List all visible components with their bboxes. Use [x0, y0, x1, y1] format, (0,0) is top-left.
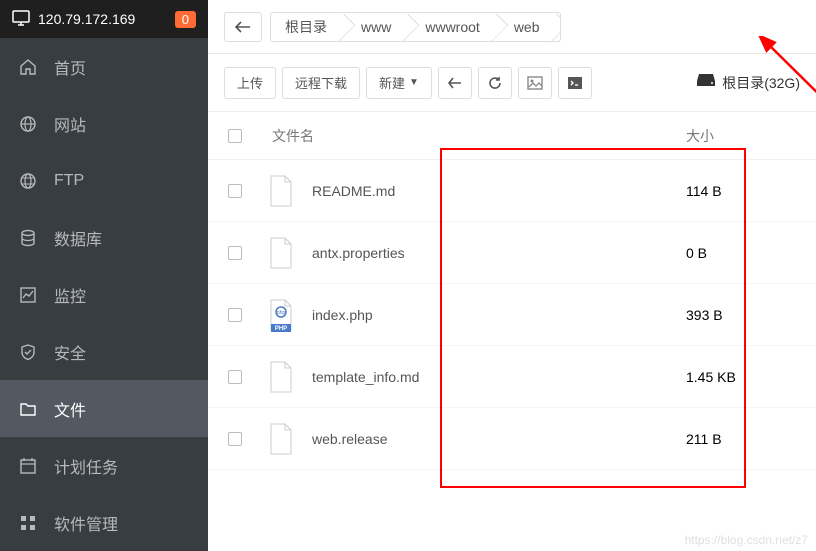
calendar-icon: [18, 457, 38, 475]
row-checkbox[interactable]: [228, 184, 242, 198]
sidebar-item-label: 计划任务: [54, 454, 118, 478]
file-table: 文件名 大小 README.md 114 B antx.properties 0 B p…: [208, 112, 816, 470]
chart-icon: [18, 286, 38, 304]
sidebar-item-label: 安全: [54, 340, 86, 364]
file-name: web.release: [312, 431, 388, 447]
svg-text:PHP: PHP: [275, 326, 287, 332]
breadcrumb-segment[interactable]: wwwroot: [411, 13, 499, 41]
table-row[interactable]: antx.properties 0 B: [208, 222, 816, 284]
ftp-icon: [18, 172, 38, 190]
disk-label: 根目录(32G): [722, 73, 800, 93]
breadcrumb-path: 根目录wwwwwwrootweb: [270, 12, 561, 42]
hdd-icon: [696, 72, 716, 93]
row-checkbox[interactable]: [228, 370, 242, 384]
shield-icon: [18, 343, 38, 361]
main-content: 根目录wwwwwwrootweb 上传 远程下载 新建▼ 根目录(32G) 文件…: [208, 0, 816, 551]
sidebar-item-ftp[interactable]: FTP: [0, 152, 208, 209]
table-header: 文件名 大小: [208, 112, 816, 160]
file-size: 114 B: [686, 183, 796, 199]
breadcrumb-bar: 根目录wwwwwwrootweb: [208, 0, 816, 54]
globe-icon: [18, 115, 38, 133]
sidebar-item-database[interactable]: 数据库: [0, 209, 208, 266]
upload-button[interactable]: 上传: [224, 67, 276, 99]
sidebar-item-label: FTP: [54, 172, 84, 190]
monitor-icon: [12, 10, 30, 29]
watermark: https://blog.csdn.net/z7: [685, 533, 808, 547]
breadcrumb-segment[interactable]: web: [500, 13, 560, 41]
notification-badge[interactable]: 0: [175, 11, 196, 28]
server-header: 120.79.172.169 0: [0, 0, 208, 38]
table-row[interactable]: web.release 211 B: [208, 408, 816, 470]
sidebar-item-grid[interactable]: 软件管理: [0, 494, 208, 551]
file-icon: [266, 421, 296, 457]
sidebar-item-label: 软件管理: [54, 511, 118, 535]
grid-icon: [18, 514, 38, 532]
sidebar-item-label: 数据库: [54, 226, 102, 250]
server-ip: 120.79.172.169: [38, 11, 135, 27]
file-name: template_info.md: [312, 369, 419, 385]
sidebar-item-globe[interactable]: 网站: [0, 95, 208, 152]
file-name: antx.properties: [312, 245, 405, 261]
select-all-checkbox[interactable]: [228, 129, 242, 143]
file-icon: [266, 235, 296, 271]
folder-icon: [18, 400, 38, 418]
sidebar-item-label: 首页: [54, 55, 86, 79]
file-name: README.md: [312, 183, 395, 199]
toolbar: 上传 远程下载 新建▼ 根目录(32G): [208, 54, 816, 112]
refresh-button[interactable]: [478, 67, 512, 99]
sidebar: 120.79.172.169 0 首页网站 FTP 数据库监控安全文件计划任务软件管…: [0, 0, 208, 551]
breadcrumb-segment[interactable]: www: [347, 13, 411, 41]
sidebar-item-folder[interactable]: 文件: [0, 380, 208, 437]
sidebar-item-label: 监控: [54, 283, 86, 307]
terminal-button[interactable]: [558, 67, 592, 99]
disk-info: 根目录(32G): [696, 72, 800, 93]
file-size: 0 B: [686, 245, 796, 261]
file-icon: [266, 173, 296, 209]
column-header-size[interactable]: 大小: [686, 126, 796, 146]
database-icon: [18, 229, 38, 247]
sidebar-item-label: 文件: [54, 397, 86, 421]
file-icon: php PHP: [266, 297, 296, 333]
table-row[interactable]: template_info.md 1.45 KB: [208, 346, 816, 408]
row-checkbox[interactable]: [228, 308, 242, 322]
sidebar-item-chart[interactable]: 监控: [0, 266, 208, 323]
table-row[interactable]: README.md 114 B: [208, 160, 816, 222]
back-button[interactable]: [438, 67, 472, 99]
file-name: index.php: [312, 307, 373, 323]
sidebar-item-shield[interactable]: 安全: [0, 323, 208, 380]
breadcrumb-segment[interactable]: 根目录: [271, 13, 347, 41]
sidebar-item-label: 网站: [54, 112, 86, 136]
file-size: 393 B: [686, 307, 796, 323]
home-icon: [18, 58, 38, 76]
new-button[interactable]: 新建▼: [366, 67, 432, 99]
svg-text:php: php: [277, 310, 286, 316]
chevron-down-icon: ▼: [409, 77, 419, 88]
remote-download-button[interactable]: 远程下载: [282, 67, 360, 99]
sidebar-item-calendar[interactable]: 计划任务: [0, 437, 208, 494]
column-header-name[interactable]: 文件名: [272, 126, 314, 146]
table-row[interactable]: php PHP index.php 393 B: [208, 284, 816, 346]
view-mode-button[interactable]: [518, 67, 552, 99]
file-icon: [266, 359, 296, 395]
sidebar-item-home[interactable]: 首页: [0, 38, 208, 95]
file-size: 211 B: [686, 431, 796, 447]
breadcrumb-back-button[interactable]: [224, 12, 262, 42]
row-checkbox[interactable]: [228, 432, 242, 446]
file-size: 1.45 KB: [686, 369, 796, 385]
row-checkbox[interactable]: [228, 246, 242, 260]
